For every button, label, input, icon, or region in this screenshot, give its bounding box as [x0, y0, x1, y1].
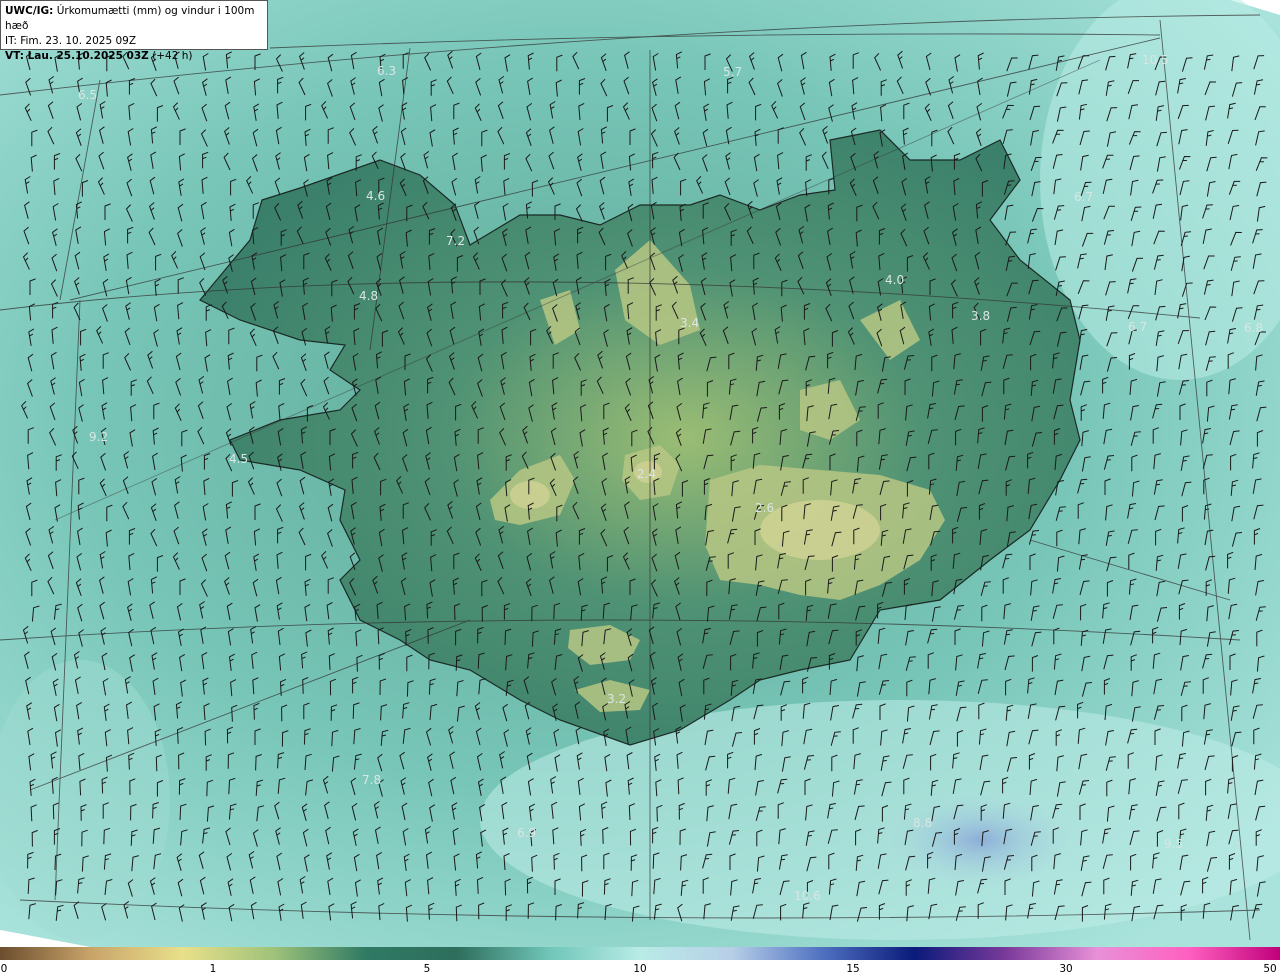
value-label: 9.5 [1164, 837, 1183, 851]
colorbar-tick: 30 [1059, 963, 1073, 975]
value-label: 3.2 [607, 692, 626, 706]
title-line: UWC/IG: Úrkomumætti (mm) og vindur i 100… [5, 4, 263, 34]
value-label: 2.4 [637, 467, 656, 481]
valid-time: VT: Lau. 25.10.2025 03Z [5, 50, 149, 62]
colorbar [0, 947, 1280, 960]
value-label: 3.8 [971, 309, 990, 323]
valid-time-line: VT: Lau. 25.10.2025 03Z (+42 h) [5, 49, 263, 64]
forecast-offset: (+42 h) [152, 50, 193, 62]
colorbar-tick: 50 [1263, 963, 1277, 975]
value-label: 6.3 [377, 64, 396, 78]
value-label: 4.0 [885, 273, 904, 287]
map-title-box: UWC/IG: Úrkomumætti (mm) og vindur i 100… [0, 0, 268, 62]
value-label: 5.7 [723, 65, 742, 79]
colorbar-tick: 15 [846, 963, 860, 975]
colorbar-tick: 10 [633, 963, 647, 975]
value-label: 6.5 [78, 88, 97, 102]
value-label: 4.6 [366, 189, 385, 203]
colorbar-tick: 5 [423, 963, 431, 975]
value-label: 4.5 [229, 452, 248, 466]
value-label: 8.8 [913, 816, 932, 830]
colorbar-tick: 0 [0, 963, 8, 975]
value-label: 3.4 [680, 316, 699, 330]
value-label: 4.8 [359, 289, 378, 303]
value-label: 7.8 [362, 773, 381, 787]
value-label: 6.7 [1074, 190, 1093, 204]
value-label: 7.2 [446, 234, 465, 248]
value-label: 6.9 [517, 826, 536, 840]
value-label: 10.6 [794, 889, 821, 903]
value-label: 10.5 [1142, 53, 1169, 67]
value-label: 2.6 [755, 501, 774, 515]
value-label: 9.2 [89, 430, 108, 444]
initial-time: IT: Fim. 23. 10. 2025 09Z [5, 35, 137, 47]
value-label: 6.7 [1128, 320, 1147, 334]
colorbar-labels: 0 1 5 10 15 30 50 [0, 963, 1280, 978]
value-label: 6.8 [1244, 321, 1263, 335]
forecast-map: 6.5 6.3 5.7 10.5 4.6 7.2 6.7 4.0 4.8 3.4… [0, 0, 1280, 947]
colorbar-tick: 1 [209, 963, 217, 975]
model-name: UWC/IG: [5, 5, 54, 17]
